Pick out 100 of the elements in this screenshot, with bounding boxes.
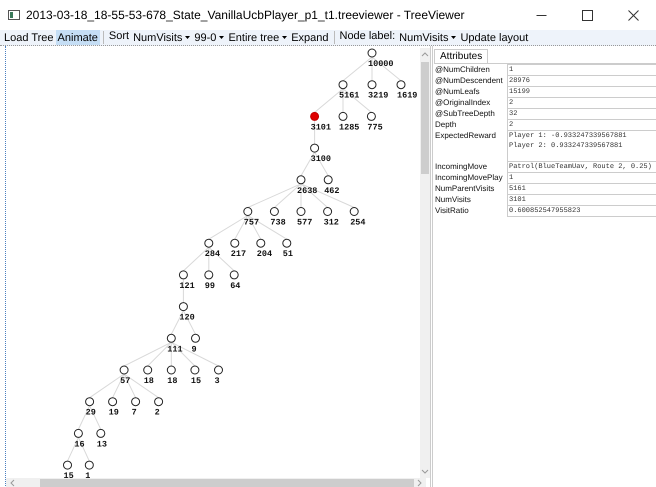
tree-node[interactable]: [166, 366, 176, 374]
toolbar-label: Node label:: [338, 30, 396, 44]
caret-icon: [185, 36, 190, 39]
property-name: IncomingMove: [434, 161, 488, 172]
node-label: 51: [282, 249, 293, 260]
tree-node[interactable]: [270, 207, 279, 216]
node-label: 7: [132, 408, 137, 418]
node-label: 15: [190, 376, 202, 386]
attributes-tab[interactable]: Attributes: [434, 49, 488, 63]
node-label: 2: [154, 408, 160, 418]
property-name: IncomingMovePlay: [434, 172, 504, 183]
node-label: 462: [324, 186, 340, 196]
tree-node[interactable]: [178, 270, 188, 280]
tree-node[interactable]: [338, 80, 348, 90]
node-label: 577: [297, 218, 312, 228]
node-label: 738: [270, 218, 286, 228]
tree-node[interactable]: [310, 144, 320, 153]
dropdown[interactable]: NumVisits: [397, 30, 458, 45]
node-label: 18: [167, 376, 178, 386]
node-label: 13: [96, 439, 107, 450]
toolbar-button[interactable]: Load Tree: [2, 30, 56, 45]
tree-node[interactable]: [296, 175, 306, 184]
node-label: 204: [256, 249, 272, 260]
property-name: ExpectedReward: [434, 130, 497, 142]
node-label: 64: [230, 280, 240, 291]
tree-node[interactable]: [324, 175, 333, 184]
tree-node[interactable]: [96, 428, 106, 438]
tree-node[interactable]: [84, 460, 94, 470]
property-name: Depth: [434, 119, 458, 130]
node-label: 5161: [339, 90, 360, 101]
property-name: @SubTreeDepth: [434, 108, 496, 119]
node-label: 15: [64, 471, 74, 478]
tree-node[interactable]: [120, 366, 129, 374]
node-label: 3219: [368, 90, 388, 101]
maximize-icon: [582, 10, 592, 20]
tree-node[interactable]: [178, 302, 188, 312]
tree-node[interactable]: [243, 207, 252, 216]
node-label: 1619: [397, 90, 418, 101]
toolbar-button[interactable]: Update layout: [458, 30, 530, 45]
tree-node[interactable]: [230, 270, 239, 280]
tree-node[interactable]: [131, 397, 140, 406]
tree-node[interactable]: [204, 238, 214, 248]
tree-node[interactable]: [63, 460, 72, 470]
toolbar-label: Sort: [108, 30, 130, 44]
tree-node[interactable]: [282, 238, 292, 248]
tree-node[interactable]: [191, 334, 200, 343]
tree-node[interactable]: [143, 366, 152, 374]
property-name: @NumDescendent: [434, 75, 504, 86]
tree-node[interactable]: [166, 334, 176, 343]
app-icon: [8, 9, 20, 21]
dropdown[interactable]: Entire tree: [226, 30, 290, 45]
dropdown[interactable]: NumVisits: [131, 30, 192, 45]
toolbar-button[interactable]: Expand: [289, 30, 330, 45]
property-name: NumVisits: [434, 194, 472, 205]
tree-node[interactable]: [214, 366, 223, 374]
node-label: 57: [120, 376, 130, 386]
tree-node[interactable]: [256, 238, 266, 248]
tree-node[interactable]: [350, 207, 359, 216]
node-label: 1: [85, 471, 90, 478]
tree-node[interactable]: [296, 207, 306, 216]
property-name: @OriginalIndex: [434, 97, 492, 108]
tree-node[interactable]: [230, 238, 240, 248]
tree-node[interactable]: [108, 397, 118, 406]
tree-node[interactable]: [190, 366, 200, 374]
node-label: 1285: [339, 122, 360, 132]
tree-node[interactable]: [366, 112, 376, 121]
window-title: 2013-03-18_18-55-53-678_State_VanillaUcbPlayer_p1_t1.treeviewer - TreeViewer: [26, 8, 466, 22]
caret-icon: [282, 36, 288, 39]
node-label: 18: [144, 376, 154, 386]
node-label: 217: [230, 249, 246, 260]
node-label: 19: [108, 408, 119, 418]
caret-icon: [219, 36, 224, 39]
node-label: 99: [204, 280, 215, 291]
toolbar-button[interactable]: Animate: [56, 30, 100, 45]
node-label: 312: [324, 218, 339, 228]
tree-node[interactable]: [154, 397, 164, 406]
tree-node[interactable]: [85, 397, 94, 406]
tree-node[interactable]: [323, 207, 332, 216]
node-label: 254: [350, 218, 366, 228]
node-label: 9: [192, 344, 197, 354]
tree-node[interactable]: [310, 112, 320, 121]
tree-node[interactable]: [368, 80, 376, 90]
node-label: 16: [74, 439, 85, 450]
node-label: 3: [214, 376, 220, 386]
node-label: 757: [244, 218, 260, 228]
tree-node[interactable]: [204, 270, 214, 280]
node-label: 111: [167, 344, 183, 354]
dropdown[interactable]: 99-0: [192, 30, 226, 45]
tree-node[interactable]: [338, 112, 348, 121]
node-label: 284: [204, 249, 220, 260]
tree-node[interactable]: [396, 80, 406, 90]
node-label: 121: [179, 280, 195, 291]
property-name: @NumChildren: [434, 64, 491, 75]
close-icon: [628, 10, 638, 20]
tree-node[interactable]: [368, 48, 376, 58]
node-label: 10000: [368, 59, 394, 69]
tree-node[interactable]: [74, 428, 83, 438]
tree-edge: [182, 278, 184, 304]
property-name: NumParentVisits: [434, 183, 496, 194]
node-label: 2638: [297, 186, 318, 196]
